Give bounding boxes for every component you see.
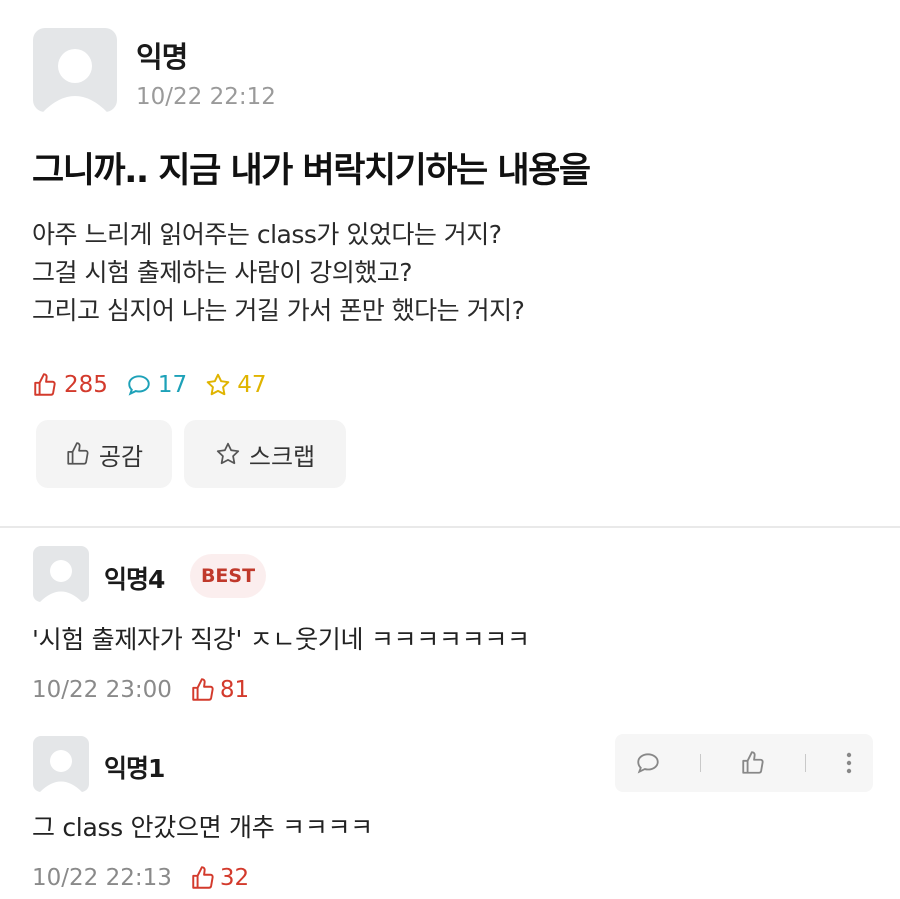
comment-timestamp: 10/22 22:13 xyxy=(32,865,172,891)
scrap-button-label: 스크랩 xyxy=(248,442,316,471)
avatar-icon xyxy=(43,49,107,112)
scrap-button[interactable]: 스크랩 xyxy=(184,420,346,488)
comment-actions xyxy=(615,734,873,792)
post-body: 아주 느리게 읽어주는 class가 있었다는 거지? 그걸 시험 출제하는 사… xyxy=(32,216,525,330)
post-timestamp: 10/22 22:12 xyxy=(136,84,276,110)
comment-text: 그 class 안갔으면 개추 ㅋㅋㅋㅋ xyxy=(32,813,373,842)
post-author-avatar xyxy=(33,28,117,112)
comment-like-value: 81 xyxy=(219,677,250,703)
thumbs-up-icon xyxy=(67,442,89,465)
more-vertical-icon[interactable] xyxy=(845,750,853,776)
separator xyxy=(699,754,701,772)
post-body-line: 그걸 시험 출제하는 사람이 강의했고? xyxy=(32,258,413,287)
star-icon xyxy=(216,442,240,465)
comment-like-count: 32 xyxy=(190,865,249,891)
avatar-icon xyxy=(40,750,82,792)
scrap-count: 47 xyxy=(205,372,266,398)
comment-author: 익명1 xyxy=(104,754,165,783)
comment-avatar xyxy=(33,546,89,602)
post-stats: 285 17 47 xyxy=(32,368,284,402)
thumbs-up-icon[interactable] xyxy=(740,750,766,776)
post-body-line: 아주 느리게 읽어주는 class가 있었다는 거지? xyxy=(32,220,502,249)
avatar-icon xyxy=(40,560,82,602)
comment-like-count: 81 xyxy=(190,677,249,703)
post-body-line: 그리고 심지어 나는 거길 가서 폰만 했다는 거지? xyxy=(32,296,525,325)
thumbs-up-icon xyxy=(34,373,56,396)
comment-count: 17 xyxy=(126,372,187,398)
like-count: 285 xyxy=(32,372,108,398)
speech-bubble-icon[interactable] xyxy=(635,750,661,776)
like-button[interactable]: 공감 xyxy=(36,420,172,488)
like-button-label: 공감 xyxy=(98,442,144,471)
best-badge: BEST xyxy=(190,554,266,598)
comment-meta: 10/22 23:00 81 xyxy=(32,674,249,706)
thumbs-up-icon xyxy=(192,866,214,889)
star-icon xyxy=(206,373,230,396)
comment-like-value: 32 xyxy=(219,865,250,891)
section-divider xyxy=(0,526,900,528)
like-count-value: 285 xyxy=(64,372,108,398)
comment-text: '시험 출제자가 직강' ㅈㄴ웃기네 ㅋㅋㅋㅋㅋㅋㅋ xyxy=(32,625,530,654)
comment-meta: 10/22 22:13 32 xyxy=(32,862,249,894)
thumbs-up-icon xyxy=(192,678,214,701)
comment-count-value: 17 xyxy=(157,372,188,398)
comment-avatar xyxy=(33,736,89,792)
post-author-name: 익명 xyxy=(136,40,188,74)
speech-bubble-icon xyxy=(128,375,150,396)
comment-timestamp: 10/22 23:00 xyxy=(32,677,172,703)
separator xyxy=(805,754,807,772)
comment-author: 익명4 xyxy=(104,565,165,594)
post-title: 그니까.. 지금 내가 벼락치기하는 내용을 xyxy=(32,151,591,191)
scrap-count-value: 47 xyxy=(237,372,267,398)
